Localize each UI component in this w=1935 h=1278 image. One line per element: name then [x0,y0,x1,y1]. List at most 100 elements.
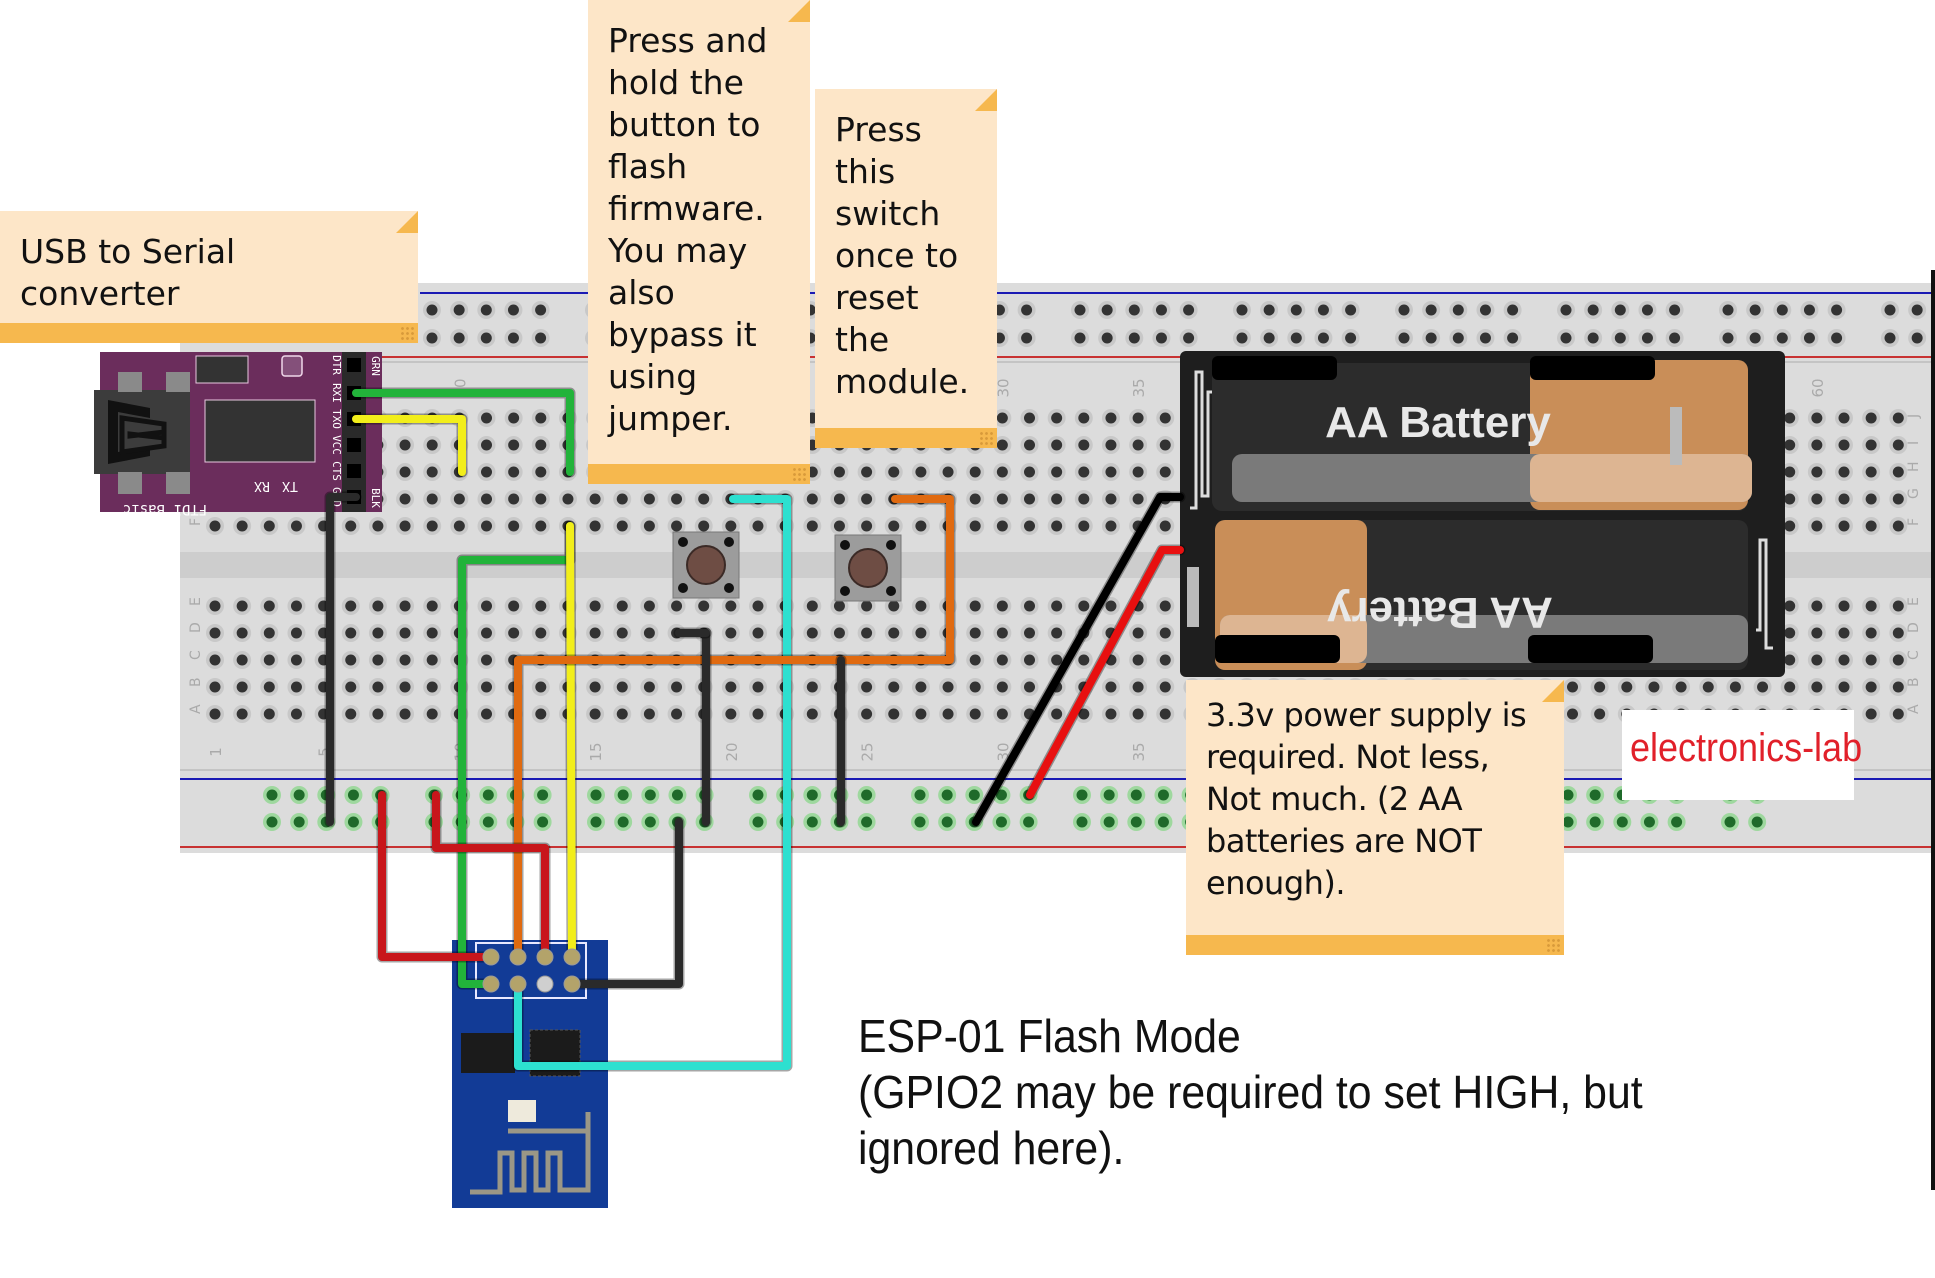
esp01-pin[interactable] [563,975,581,993]
resize-grip-icon[interactable] [792,467,806,481]
breadboard-hole-pin [1838,600,1850,612]
reset-button[interactable] [834,534,902,602]
breadboard-hole-pin [426,493,438,505]
breadboard-hole-pin [1024,627,1035,639]
breadboard-hole-pin [453,493,465,505]
resize-grip-icon[interactable] [1546,938,1560,952]
breadboard-hole-pin [969,600,981,612]
column-number: 60 [1809,378,1827,397]
breadboard-hole-pin [996,654,1008,666]
ftdi-pin[interactable] [347,464,361,478]
note-usb-serial-text: USB to Serial converter [20,232,236,313]
esp01-pin[interactable] [509,948,527,966]
resize-grip-icon[interactable] [979,431,993,445]
caption: ESP-01 Flash Mode (GPIO2 may be required… [858,1008,1643,1176]
esp01-pin[interactable] [482,948,500,966]
breadboard-hole-pin [1865,681,1877,693]
breadboard-hole-pin [1159,708,1171,720]
breadboard-hole-pin [752,600,764,612]
breadboard-hole-pin [1594,681,1606,693]
breadboard-hole-pin [535,412,547,424]
esp01-pin[interactable] [509,975,527,993]
rail-hole-pin [293,789,305,801]
rail-hole-pin [1074,304,1086,316]
reset-button-cap[interactable] [848,548,888,588]
rail-hole-pin [1263,332,1275,344]
breadboard-hole-pin [209,520,221,532]
breadboard-hole-pin [1784,439,1796,451]
ftdi-pin-label: DTR [330,355,343,375]
rail-hole-pin [1103,816,1115,828]
rail-hole-pin [1130,789,1142,801]
resize-grip-icon[interactable] [400,326,414,340]
esp01-pin[interactable] [536,975,554,993]
breadboard-hole-pin [616,600,628,612]
breadboard-hole-pin [1811,681,1823,693]
breadboard-hole-pin [508,493,520,505]
breadboard-hole-pin [399,654,411,666]
row-letter: G [1906,488,1922,499]
breadboard-hole-pin [1594,708,1606,720]
breadboard-hole-pin [1811,520,1823,532]
ftdi-pin[interactable] [347,358,361,372]
breadboard-hole-pin [1132,708,1144,720]
esp01-pin[interactable] [482,975,500,993]
flash-button[interactable] [672,531,740,599]
breadboard-hole-pin [1105,708,1117,720]
breadboard-hole-pin [1892,412,1904,424]
column-number: 1 [207,747,225,757]
ftdi-pin[interactable] [347,438,361,452]
breadboard-hole-pin [209,708,221,720]
breadboard-hole-pin [535,493,547,505]
wire-yellow-esp[interactable] [566,522,576,961]
breadboard-hole-pin [1838,627,1850,639]
breadboard-hole-pin [535,520,547,532]
breadboard-hole-pin [1078,412,1090,424]
breadboard-hole-pin [236,654,248,666]
breadboard-hole-pin [481,654,492,666]
rail-hole-pin [1614,332,1626,344]
breadboard-hole-pin [1105,600,1117,612]
breadboard-hole-pin [833,627,845,639]
rail-hole-pin [1425,332,1437,344]
breadboard-hole-pin [1892,493,1904,505]
rail-hole-pin [617,816,629,828]
breadboard-hole-pin [589,708,601,720]
rail-hole-pin [266,789,278,801]
rail-hole-pin [1236,332,1248,344]
rail-hole-pin [1345,332,1357,344]
rail-hole-pin [1183,304,1195,316]
note-flash-button: Press and hold the button to flash firmw… [588,0,810,484]
esp01-pin[interactable] [563,948,581,966]
breadboard-hole-pin [209,654,221,666]
flash-button-cap[interactable] [686,545,726,585]
breadboard-hole-pin [1811,439,1823,451]
breadboard-hole-pin [1105,520,1117,532]
breadboard-hole-pin [996,708,1008,720]
breadboard-hole-pin [1132,493,1144,505]
breadboard-hole-pin [1784,466,1796,478]
rail-hole-pin [1911,304,1923,316]
caption-title: ESP-01 Flash Mode [858,1010,1241,1062]
breadboard-hole-pin [915,520,927,532]
breadboard-hole-pin [263,681,275,693]
breadboard-hole-pin [426,627,438,639]
breadboard-hole-pin [888,466,900,478]
rail-hole-pin [590,816,602,828]
rail-hole-pin [752,789,764,801]
breadboard-hole-pin [888,627,900,639]
rail-hole-pin [1671,816,1683,828]
breadboard-hole-pin [290,600,302,612]
esp01-pin[interactable] [536,948,554,966]
breadboard-hole-pin [1078,600,1090,612]
rail-hole-pin [1589,816,1601,828]
breadboard-hole-pin [861,627,873,639]
breadboard-hole-pin [399,520,411,532]
rail-hole-pin [535,332,547,344]
breadboard-hole-pin [399,493,411,505]
rail-hole-pin [1101,304,1113,316]
rail-hole-pin [644,789,656,801]
breadboard-hole-pin [453,520,465,532]
rail-hole-pin [480,304,492,316]
breadboard-hole-pin [806,520,818,532]
